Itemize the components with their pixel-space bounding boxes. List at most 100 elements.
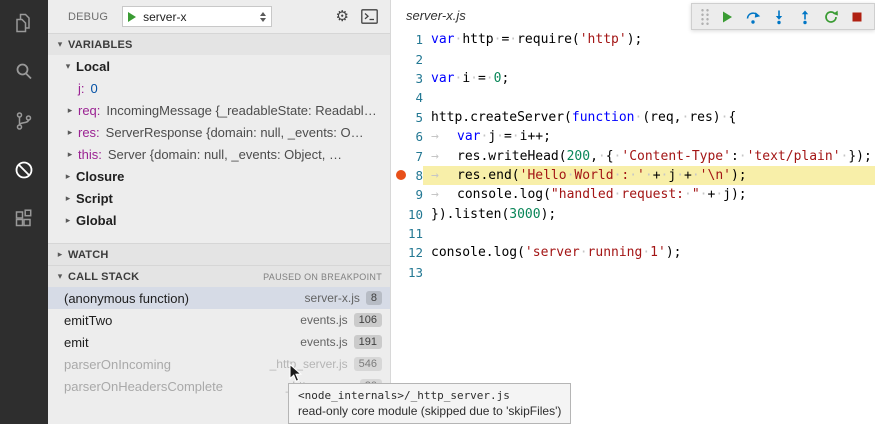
twistie-icon[interactable]: ▸	[62, 127, 78, 138]
twistie-icon[interactable]: ▸	[62, 105, 78, 116]
explorer-icon	[12, 11, 36, 38]
line-number[interactable]: 7	[391, 149, 423, 164]
activity-bar-item-search[interactable]	[0, 49, 48, 98]
code-text[interactable]: http.createServer(function·(req,·res)·{	[423, 108, 875, 127]
variables-section-title: VARIABLES	[68, 39, 133, 51]
code-text[interactable]: →console.log("handled·request:·"·+·j);	[423, 185, 875, 204]
code-text[interactable]	[423, 263, 875, 282]
activity-bar-item-debug[interactable]	[0, 147, 48, 196]
code-line[interactable]: 11	[391, 224, 875, 243]
code-line[interactable]: 13	[391, 263, 875, 282]
variable-row[interactable]: ▸req:IncomingMessage {_readableState: Re…	[48, 99, 390, 121]
code-lines[interactable]: 1var·http·=·require('http');23var·i·=·0;…	[391, 30, 875, 282]
stop-button[interactable]	[844, 4, 870, 29]
stack-frame[interactable]: parserOnIncoming_http_server.js546	[48, 353, 390, 375]
scope-row[interactable]: ▸Script	[48, 187, 390, 209]
line-number[interactable]: 2	[391, 52, 423, 67]
code-line[interactable]: 2	[391, 49, 875, 68]
variable-row[interactable]: ▸this:Server {domain: null, _events: Obj…	[48, 143, 390, 165]
drag-grip-icon[interactable]	[700, 8, 710, 26]
code-text[interactable]: →res.writeHead(200,·{·'Content-Type':·'t…	[423, 146, 875, 165]
activity-bar-item-explorer[interactable]	[0, 0, 48, 49]
step-out-button[interactable]	[792, 4, 818, 29]
line-number[interactable]: 13	[391, 265, 423, 280]
step-into-button[interactable]	[766, 4, 792, 29]
line-number[interactable]: 3	[391, 71, 423, 86]
token: ·(req,·res)·{	[635, 110, 737, 125]
code-text[interactable]: →var·j·=·i++;	[423, 127, 875, 146]
code-text[interactable]: console.log('server·running·1');	[423, 243, 875, 262]
line-number[interactable]: 5	[391, 110, 423, 125]
continue-button[interactable]	[714, 4, 740, 29]
code-text[interactable]	[423, 88, 875, 107]
code-line[interactable]: 5http.createServer(function·(req,·res)·{	[391, 108, 875, 127]
variable-row[interactable]: j:0	[48, 77, 390, 99]
whitespace-dot-icon: ·	[739, 149, 747, 164]
twistie-icon[interactable]: ▸	[60, 215, 76, 226]
token: ·+·j);	[700, 187, 747, 202]
code-line[interactable]: 1var·http·=·require('http');	[391, 30, 875, 49]
twistie-icon[interactable]: ▸	[60, 193, 76, 204]
debug-console-icon[interactable]	[361, 9, 378, 24]
code-line[interactable]: 12console.log('server·running·1');	[391, 243, 875, 262]
frame-function: parserOnHeadersComplete	[64, 379, 286, 394]
frame-location: events.js106	[300, 313, 382, 327]
whitespace-dot-icon: ·	[494, 32, 502, 47]
variable-name: res:	[78, 125, 100, 140]
code-line[interactable]: 4	[391, 88, 875, 107]
activity-bar-item-source-control[interactable]	[0, 98, 48, 147]
whitespace-dot-icon: ·	[721, 110, 729, 125]
token: 'Content-Type'	[621, 149, 731, 164]
whitespace-tab-icon: →	[431, 168, 457, 183]
scope-row[interactable]: ▾Local	[48, 55, 390, 77]
code-line[interactable]: 3var·i·=·0;	[391, 69, 875, 88]
code-line[interactable]: 7→res.writeHead(200,·{·'Content-Type':·'…	[391, 146, 875, 165]
configure-gear-icon[interactable]: ⚙	[336, 9, 349, 24]
line-number[interactable]: 11	[391, 226, 423, 241]
code-text[interactable]: var·http·=·require('http');	[423, 30, 875, 49]
line-number[interactable]: 9	[391, 187, 423, 202]
line-number[interactable]: 6	[391, 129, 423, 144]
stack-frame[interactable]: emitevents.js191	[48, 331, 390, 353]
token: ·+·j·+·	[645, 168, 700, 183]
whitespace-dot-icon: ·	[486, 71, 494, 86]
frame-line-badge: 106	[354, 313, 382, 327]
scope-row[interactable]: ▸Global	[48, 209, 390, 231]
frame-location: _http_server.js546	[270, 357, 382, 371]
twistie-icon[interactable]: ▸	[62, 149, 78, 160]
variables-section-header[interactable]: ▾ VARIABLES	[48, 33, 390, 55]
line-number[interactable]: 4	[391, 90, 423, 105]
stack-frame[interactable]: emitTwoevents.js106	[48, 309, 390, 331]
code-text[interactable]: var·i·=·0;	[423, 69, 875, 88]
line-number[interactable]: 1	[391, 32, 423, 47]
variable-row[interactable]: ▸res:ServerResponse {domain: null, _even…	[48, 121, 390, 143]
code-line[interactable]: 9→console.log("handled·request:·"·+·j);	[391, 185, 875, 204]
stack-frame[interactable]: (anonymous function)server-x.js8	[48, 287, 390, 309]
activity-bar-item-extensions[interactable]	[0, 196, 48, 245]
editor[interactable]: server-x.js 1var·http·=·require('http');…	[390, 0, 875, 424]
step-over-button[interactable]	[740, 4, 766, 29]
twistie-icon[interactable]: ▸	[60, 171, 76, 182]
start-debug-icon[interactable]	[128, 12, 136, 22]
watch-section-header[interactable]: ▸ WATCH	[48, 243, 390, 265]
launch-config-dropdown[interactable]: server-x	[122, 6, 272, 27]
editor-title[interactable]: server-x.js	[406, 8, 466, 23]
whitespace-dot-icon: ·	[614, 168, 622, 183]
line-number[interactable]: 12	[391, 245, 423, 260]
code-text[interactable]: →res.end('Hello·World·:·'·+·j·+·'\n');	[423, 166, 875, 185]
code-text[interactable]: }).listen(3000);	[423, 205, 875, 224]
code-line[interactable]: 8→res.end('Hello·World·:·'·+·j·+·'\n');	[391, 166, 875, 185]
callstack-section-header[interactable]: ▾ CALL STACK PAUSED ON BREAKPOINT	[48, 265, 390, 287]
code-line[interactable]: 6→var·j·=·i++;	[391, 127, 875, 146]
vscode-window: DEBUG server-x ⚙ ▾ VARIABLES ▾Localj:0▸r…	[0, 0, 875, 424]
line-number[interactable]: 10	[391, 207, 423, 222]
scope-row[interactable]: ▸Closure	[48, 165, 390, 187]
twistie-icon[interactable]: ▾	[60, 61, 76, 72]
restart-button[interactable]	[818, 4, 844, 29]
code-text[interactable]	[423, 49, 875, 68]
code-line[interactable]: 10}).listen(3000);	[391, 205, 875, 224]
code-text[interactable]	[423, 224, 875, 243]
whitespace-dot-icon: ·	[454, 71, 462, 86]
breakpoint-icon[interactable]	[396, 170, 406, 180]
scope-label: Local	[76, 59, 110, 74]
